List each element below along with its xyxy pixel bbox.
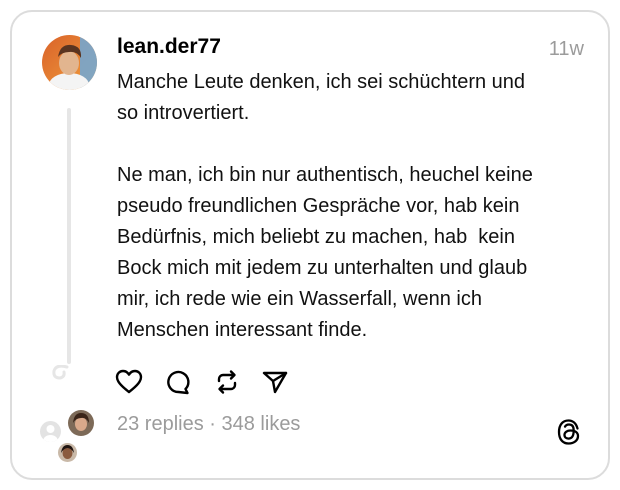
comment-icon[interactable] xyxy=(164,368,192,396)
reply-avatars xyxy=(38,408,100,464)
thread-connector-line xyxy=(67,108,71,364)
send-icon[interactable] xyxy=(261,368,289,396)
replies-count[interactable]: 23 replies xyxy=(117,413,204,435)
post-body-text: Manche Leute denken, ich sei schüchtern … xyxy=(117,71,533,341)
heart-icon[interactable] xyxy=(115,368,143,396)
reply-avatar-placeholder xyxy=(40,421,61,442)
threads-logo-icon[interactable] xyxy=(556,418,582,446)
post-stats: 23 replies · 348 likes xyxy=(117,413,300,436)
reply-avatar-2 xyxy=(58,443,77,462)
post-actions xyxy=(115,368,295,396)
thread-loop-icon xyxy=(50,364,70,381)
author-avatar[interactable] xyxy=(42,35,97,90)
likes-count[interactable]: 348 likes xyxy=(222,413,301,435)
reply-avatar-1 xyxy=(66,408,96,438)
post-timestamp: 11w xyxy=(548,38,584,60)
stats-separator: · xyxy=(203,413,222,435)
post-username[interactable]: lean.der77 xyxy=(117,35,221,59)
repost-icon[interactable] xyxy=(213,368,241,396)
